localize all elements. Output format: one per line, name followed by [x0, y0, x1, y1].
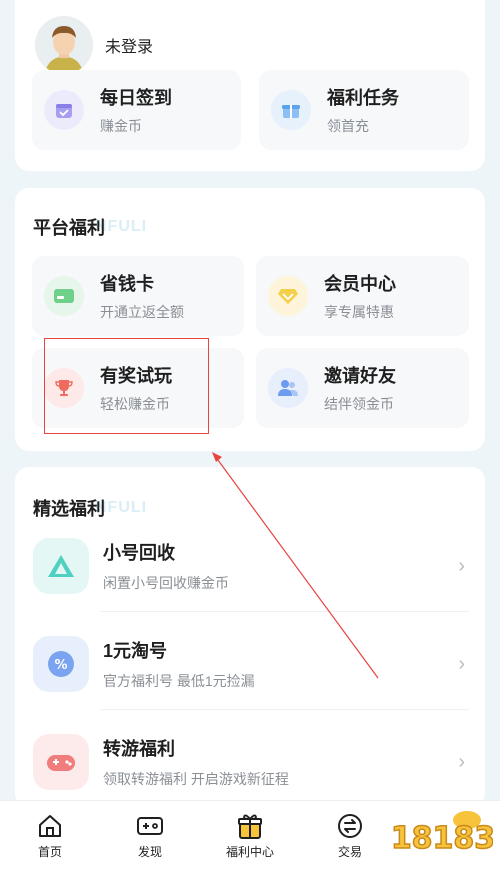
- recycle-icon: [33, 538, 89, 594]
- tile-title: 邀请好友: [324, 366, 396, 386]
- tab-home[interactable]: 首页: [10, 811, 90, 860]
- gamepad-icon: [110, 811, 190, 841]
- friends-icon: [268, 368, 308, 408]
- calendar-icon: [44, 90, 84, 130]
- chevron-right-icon: ›: [458, 554, 465, 577]
- section-title: 平台福利: [33, 218, 105, 238]
- featured-welfare-card: NFULI 精选福利 小号回收 闲置小号回收赚金币 › % 1元淘号 官方福利号…: [15, 467, 485, 807]
- gift-icon: [210, 811, 290, 841]
- user-row[interactable]: 未登录: [35, 16, 153, 74]
- tab-label: 发现: [137, 845, 162, 859]
- tile-subtitle: 享专属特惠: [324, 304, 394, 320]
- chevron-right-icon: ›: [458, 652, 465, 675]
- tab-discover[interactable]: 发现: [110, 811, 190, 860]
- one-yuan-account-item[interactable]: % 1元淘号 官方福利号 最低1元捡漏 ›: [33, 615, 469, 713]
- tile-title: 会员中心: [324, 274, 396, 294]
- item-title: 转游福利: [103, 739, 175, 759]
- invite-friends-tile[interactable]: 邀请好友 结伴领金币: [256, 348, 469, 428]
- svg-text:%: %: [54, 658, 67, 673]
- item-subtitle: 领取转游福利 开启游戏新征程: [103, 771, 289, 787]
- gift-icon: [271, 90, 311, 130]
- vip-diamond-icon: [268, 276, 308, 316]
- tile-title: 福利任务: [327, 88, 399, 108]
- tile-title: 每日签到: [100, 88, 172, 108]
- member-center-tile[interactable]: 会员中心 享专属特惠: [256, 256, 469, 336]
- home-icon: [10, 811, 90, 841]
- gamepad-icon: [33, 734, 89, 790]
- divider: [101, 709, 469, 710]
- tile-subtitle: 赚金币: [100, 118, 142, 134]
- item-subtitle: 闲置小号回收赚金币: [103, 575, 229, 591]
- avatar[interactable]: [35, 16, 93, 74]
- item-title: 1元淘号: [103, 641, 168, 661]
- login-status[interactable]: 未登录: [105, 33, 153, 57]
- tab-trade[interactable]: 交易: [310, 811, 390, 860]
- card-icon: [44, 276, 84, 316]
- swap-icon: [310, 811, 390, 841]
- account-recycle-item[interactable]: 小号回收 闲置小号回收赚金币 ›: [33, 517, 469, 615]
- chevron-right-icon: ›: [458, 750, 465, 773]
- highlight-box: [44, 338, 209, 434]
- item-subtitle: 官方福利号 最低1元捡漏: [103, 673, 255, 689]
- tile-title: 省钱卡: [100, 274, 154, 294]
- tab-label: 首页: [37, 845, 62, 859]
- tab-welfare-center[interactable]: 福利中心: [210, 811, 290, 860]
- tile-subtitle: 领首充: [327, 118, 369, 134]
- tab-label: 交易: [337, 845, 362, 859]
- welfare-task-tile[interactable]: 福利任务 领首充: [259, 70, 469, 150]
- tab-label: 福利中心: [225, 845, 274, 859]
- game-transfer-item[interactable]: 转游福利 领取转游福利 开启游戏新征程 ›: [33, 713, 469, 811]
- tile-subtitle: 结伴领金币: [324, 396, 394, 412]
- item-title: 小号回收: [103, 543, 175, 563]
- savings-card-tile[interactable]: 省钱卡 开通立返全额: [32, 256, 244, 336]
- daily-checkin-tile[interactable]: 每日签到 赚金币: [32, 70, 241, 150]
- logo-18183: 18183: [390, 806, 496, 866]
- divider: [101, 611, 469, 612]
- discount-badge-icon: %: [33, 636, 89, 692]
- tile-subtitle: 开通立返全额: [100, 304, 184, 320]
- account-card: 未登录 每日签到 赚金币 福利任务 领首充: [15, 0, 485, 171]
- svg-text:18183: 18183: [393, 821, 493, 856]
